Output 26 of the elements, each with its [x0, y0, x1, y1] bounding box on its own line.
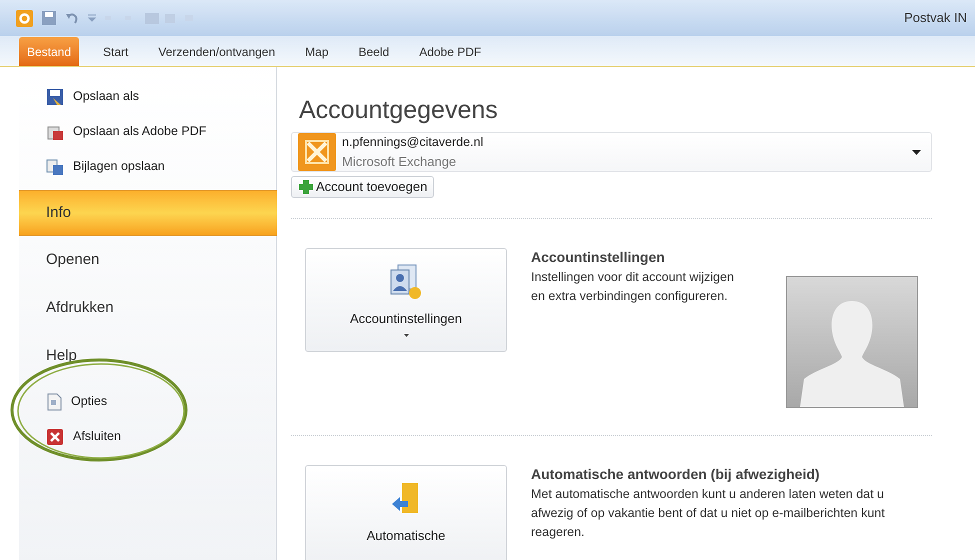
menu-command[interactable]: Afsluiten	[19, 419, 276, 454]
ribbon-tab[interactable]: Verzenden/ontvangen	[146, 37, 288, 66]
menu-tab[interactable]: Afdrukken	[19, 284, 276, 332]
section-description: Instellingen voor dit account wijzigen en extra verbindingen configureren.	[531, 268, 735, 305]
section-description: Met automatische antwoorden kunt u anderen laten weten dat u afwezig of op vakantie bent of dat u niet op e-mailberichten kunt reageren.	[531, 486, 886, 541]
account-email: n.pfennings@citaverde.nl	[342, 134, 484, 151]
account-settings-button[interactable]: Accountinstellingen	[305, 248, 507, 352]
account-dropdown[interactable]: n.pfennings@citaverde.nl Microsoft Exchange	[291, 132, 932, 172]
section-title: Automatische antwoorden (bij afwezigheid)	[531, 464, 820, 483]
page-heading: Accountgegevens	[298, 95, 499, 126]
add-account-button[interactable]: Account toevoegen	[291, 176, 434, 198]
window-title: Postvak IN	[904, 9, 967, 28]
account-settings-button[interactable]: Automatische	[305, 464, 507, 560]
menu-tab[interactable]: Help	[19, 332, 276, 380]
menu-tab[interactable]: Openen	[19, 236, 276, 284]
account-type: Microsoft Exchange	[342, 152, 458, 171]
menu-command[interactable]: Opslaan als Adobe PDF	[19, 114, 276, 149]
menu-command[interactable]: Bijlagen opslaan	[19, 149, 276, 184]
section-title: Accountinstellingen	[531, 248, 665, 266]
ribbon-tab[interactable]: Beeld	[346, 37, 402, 66]
ribbon-tab[interactable]: Start	[91, 37, 140, 66]
menu-command[interactable]: Opslaan als	[19, 79, 276, 114]
ribbon-tab[interactable]: Map	[293, 37, 340, 66]
menu-command[interactable]: Opties	[19, 384, 276, 419]
menu-tab[interactable]: Info	[19, 190, 277, 236]
ribbon-tab[interactable]: Adobe PDF	[407, 37, 494, 66]
